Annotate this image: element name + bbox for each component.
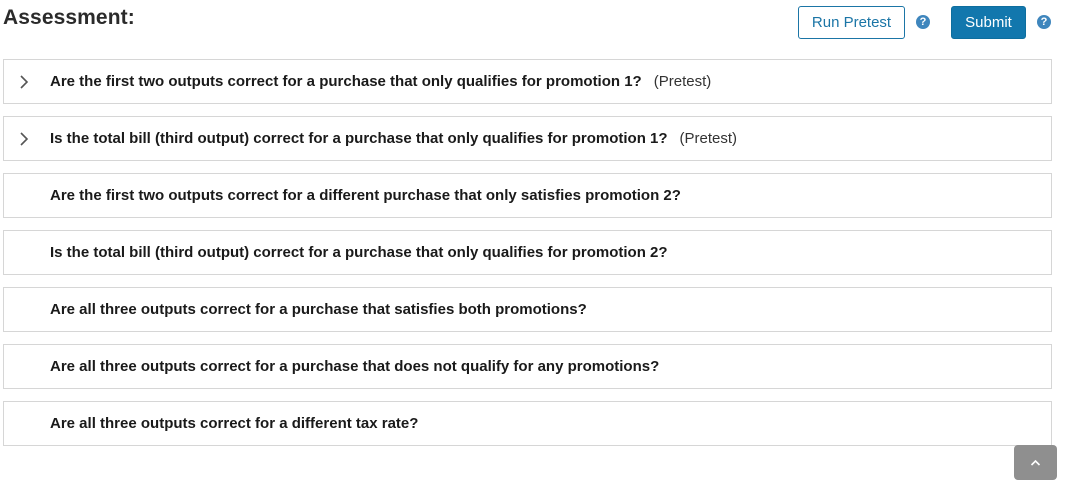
assessment-list: Are the first two outputs correct for a … — [3, 59, 1052, 458]
assessment-question: Are all three outputs correct for a diff… — [50, 415, 418, 432]
chevron-right-icon[interactable] — [16, 129, 32, 149]
help-icon[interactable]: ? — [1037, 15, 1051, 29]
assessment-item: Are all three outputs correct for a purc… — [3, 287, 1052, 332]
assessment-page: Assessment: Run Pretest ? Submit ? Are t… — [0, 0, 1068, 483]
assessment-question: Is the total bill (third output) correct… — [50, 130, 737, 147]
assessment-item: Are all three outputs correct for a purc… — [3, 344, 1052, 389]
assessment-item: Is the total bill (third output) correct… — [3, 230, 1052, 275]
pretest-tag: (Pretest) — [653, 73, 712, 90]
question-text: Is the total bill (third output) correct… — [50, 130, 668, 147]
page-title: Assessment: — [3, 6, 135, 29]
assessment-item[interactable]: Is the total bill (third output) correct… — [3, 116, 1052, 161]
assessment-item: Are all three outputs correct for a diff… — [3, 401, 1052, 446]
assessment-item[interactable]: Are the first two outputs correct for a … — [3, 59, 1052, 104]
submit-button[interactable]: Submit — [951, 6, 1026, 39]
assessment-item: Are the first two outputs correct for a … — [3, 173, 1052, 218]
assessment-question: Are the first two outputs correct for a … — [50, 73, 711, 90]
assessment-question: Are all three outputs correct for a purc… — [50, 301, 587, 318]
question-text: Are all three outputs correct for a purc… — [50, 301, 587, 318]
assessment-question: Is the total bill (third output) correct… — [50, 244, 668, 261]
question-text: Are all three outputs correct for a diff… — [50, 415, 419, 432]
question-text: Is the total bill (third output) correct… — [50, 244, 668, 261]
chevron-up-icon — [1030, 459, 1041, 466]
pretest-tag: (Pretest) — [679, 130, 738, 147]
scroll-to-top-button[interactable] — [1014, 445, 1057, 480]
question-text: Are the first two outputs correct for a … — [50, 187, 681, 204]
help-icon[interactable]: ? — [916, 15, 930, 29]
assessment-question: Are the first two outputs correct for a … — [50, 187, 681, 204]
assessment-question: Are all three outputs correct for a purc… — [50, 358, 659, 375]
chevron-right-icon[interactable] — [16, 72, 32, 92]
run-pretest-button[interactable]: Run Pretest — [798, 6, 905, 39]
question-text: Are the first two outputs correct for a … — [50, 73, 642, 90]
question-text: Are all three outputs correct for a purc… — [50, 358, 660, 375]
